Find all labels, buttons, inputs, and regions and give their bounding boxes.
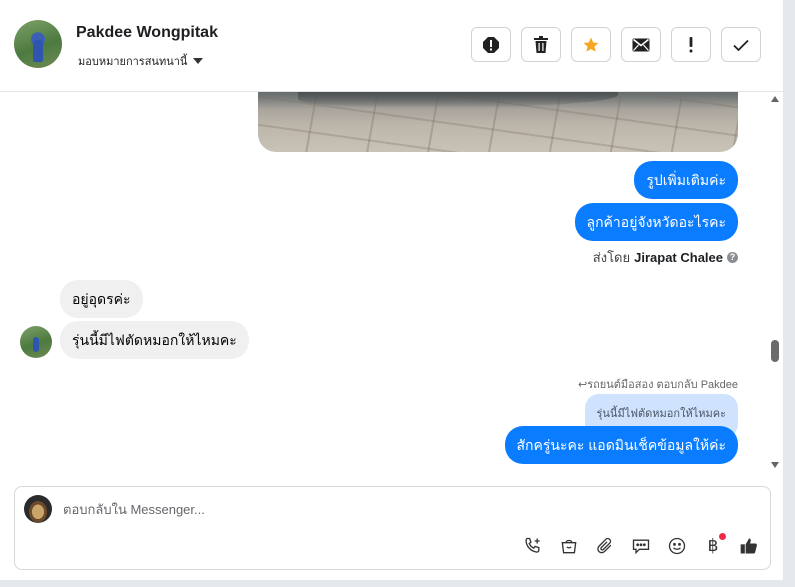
- notification-dot: [719, 533, 726, 540]
- message-thread[interactable]: รูปเพิ่มเติมค่ะ ลูกค้าอยู่จังหวัดอะไรคะ …: [0, 92, 783, 478]
- help-icon[interactable]: ?: [727, 252, 738, 263]
- message-outgoing[interactable]: ลูกค้าอยู่จังหวัดอะไรคะ: [574, 203, 738, 241]
- exclamation-icon: [689, 36, 693, 52]
- message-incoming[interactable]: รุ่นนี้มีไฟตัดหมอกให้ไหมคะ: [60, 321, 249, 359]
- customer-avatar[interactable]: [14, 20, 62, 68]
- sent-by-prefix: ส่งโดย: [592, 250, 631, 265]
- caret-down-icon: [193, 58, 204, 64]
- trash-icon: [534, 35, 548, 53]
- like-icon[interactable]: [738, 535, 760, 557]
- attach-icon[interactable]: [594, 535, 616, 557]
- mark-unread-button[interactable]: [621, 27, 661, 62]
- panel-edge-bottom: [0, 580, 795, 587]
- conversation-header: Pakdee Wongpitak มอบหมายการสนทนานี้: [0, 0, 783, 92]
- scroll-down-arrow-icon[interactable]: [771, 462, 779, 468]
- shop-icon[interactable]: [558, 535, 580, 557]
- saved-reply-icon[interactable]: [630, 535, 652, 557]
- message-composer: ฿: [14, 486, 771, 570]
- customer-name[interactable]: Pakdee Wongpitak: [76, 24, 218, 42]
- page-avatar: [24, 495, 52, 523]
- envelope-icon: [632, 38, 650, 51]
- shared-photo[interactable]: [258, 92, 738, 152]
- scroll-up-arrow-icon[interactable]: [771, 96, 779, 102]
- call-icon[interactable]: [522, 535, 544, 557]
- alert-octagon-icon: [483, 36, 499, 53]
- reply-icon: ↩: [578, 379, 588, 391]
- mark-done-button[interactable]: [721, 27, 761, 62]
- message-outgoing[interactable]: รูปเพิ่มเติมค่ะ: [634, 161, 738, 199]
- baht-symbol: ฿: [707, 536, 719, 555]
- star-icon: [583, 37, 599, 52]
- customer-avatar-small: [20, 326, 52, 358]
- mark-spam-button[interactable]: [471, 27, 511, 62]
- assign-label: มอบหมายการสนทนานี้: [78, 56, 188, 68]
- panel-edge: [783, 0, 795, 587]
- follow-up-button[interactable]: [671, 27, 711, 62]
- reply-context-text: รถยนต์มือสอง ตอบกลับ Pakdee: [587, 379, 738, 391]
- message-incoming[interactable]: อยู่อุดรค่ะ: [60, 280, 143, 318]
- conversation-toolbar: [471, 27, 761, 62]
- emoji-icon[interactable]: [666, 535, 688, 557]
- scrollbar-thumb[interactable]: [771, 340, 779, 362]
- thread-scrollbar[interactable]: [766, 92, 783, 478]
- reply-input[interactable]: [63, 502, 663, 517]
- message-outgoing[interactable]: สักครู่นะคะ แอดมินเช็คข้อมูลให้ค่ะ: [504, 426, 738, 464]
- baht-icon[interactable]: ฿: [702, 533, 726, 557]
- sent-by-note: ส่งโดย Jirapat Chalee ?: [593, 247, 738, 268]
- assign-conversation-dropdown[interactable]: มอบหมายการสนทนานี้: [78, 52, 204, 70]
- check-icon: [733, 39, 749, 51]
- sent-by-name: Jirapat Chalee: [634, 250, 723, 265]
- reply-context: ↩รถยนต์มือสอง ตอบกลับ Pakdee: [578, 375, 738, 393]
- delete-button[interactable]: [521, 27, 561, 62]
- composer-tools: ฿: [522, 533, 760, 557]
- star-button[interactable]: [571, 27, 611, 62]
